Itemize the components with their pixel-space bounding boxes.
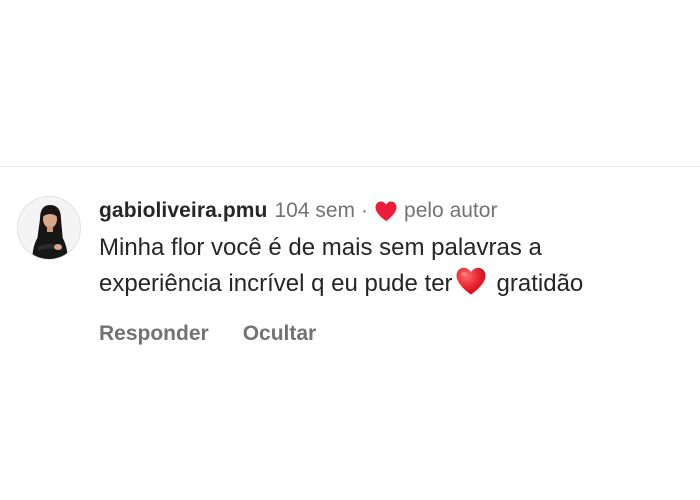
divider — [0, 166, 700, 167]
comment-body: gabioliveira.pmu 104 sem · pelo autor Mi… — [99, 196, 699, 346]
separator-dot: · — [361, 199, 369, 222]
liked-by-author-label: pelo autor — [404, 199, 498, 222]
username-link[interactable]: gabioliveira.pmu — [99, 199, 267, 223]
comment-text-line-2-start: experiência incrível q eu pude ter — [99, 270, 453, 297]
reply-button[interactable]: Responder — [99, 322, 209, 346]
comment-text-line-2-end: gratidão — [496, 270, 584, 297]
profile-photo-icon — [18, 197, 80, 259]
comment-meta: gabioliveira.pmu 104 sem · pelo autor — [99, 196, 699, 226]
comment-actions: Responder Ocultar — [99, 322, 699, 346]
comment-text-line-1: Minha flor você é de mais sem palavras a — [99, 234, 542, 261]
comment-time: 104 sem — [274, 199, 356, 222]
comment-text: Minha flor você é de mais sem palavras a… — [99, 230, 699, 302]
hide-button[interactable]: Ocultar — [243, 322, 317, 346]
heart-icon — [375, 201, 397, 221]
red-heart-emoji-icon — [456, 267, 486, 295]
avatar[interactable] — [17, 196, 81, 260]
comment-text-line-2: experiência incrível q eu pude ter grati… — [99, 266, 699, 302]
comment-page: gabioliveira.pmu 104 sem · pelo autor Mi… — [0, 0, 700, 500]
